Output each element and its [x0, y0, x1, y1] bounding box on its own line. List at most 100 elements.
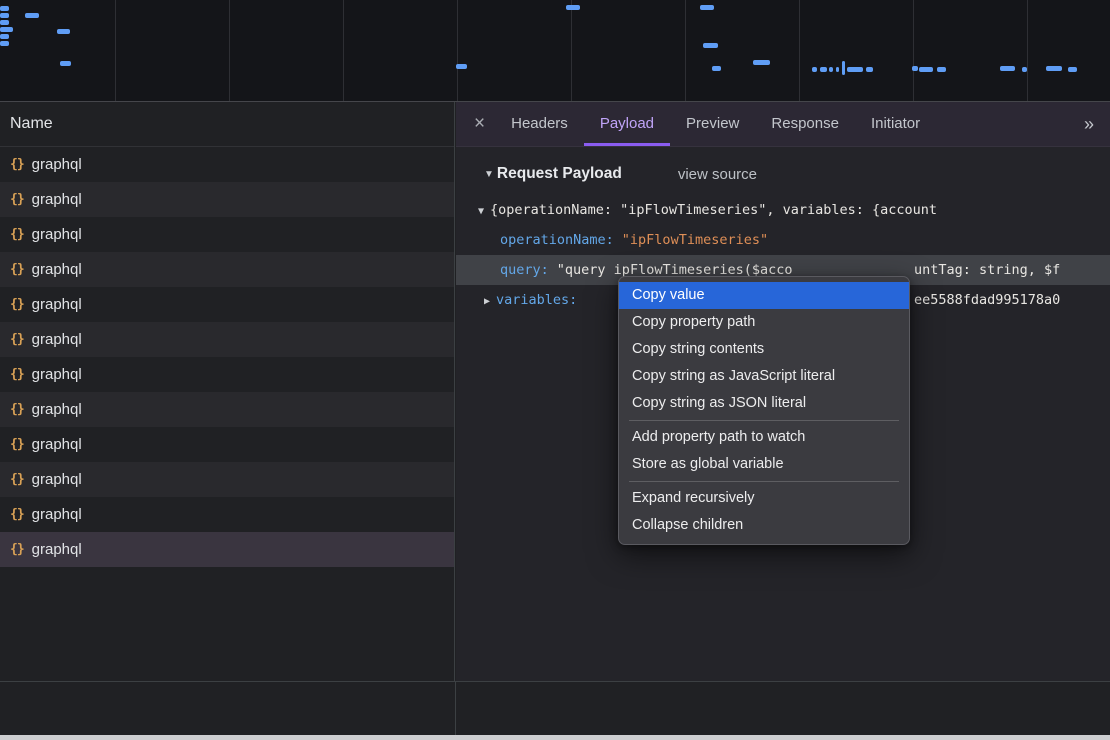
network-request-row[interactable]: {}graphql: [0, 322, 454, 357]
network-request-row[interactable]: {}graphql: [0, 427, 454, 462]
property-key: variables:: [496, 292, 577, 308]
overview-request-bar: [25, 13, 39, 18]
network-request-row[interactable]: {} graphql: [0, 532, 454, 567]
network-request-row[interactable]: {} graphql: [0, 357, 454, 392]
fetch-xhr-icon: {}: [10, 262, 24, 277]
menu-item-copy-string-as-javascript-literal[interactable]: Copy string as JavaScript literal: [619, 363, 909, 390]
menu-item-expand-recursively[interactable]: Expand recursively: [619, 485, 909, 512]
tab-payload[interactable]: Payload: [584, 102, 670, 146]
overview-request-bar: [0, 34, 9, 39]
menu-item-add-property-path-to-watch[interactable]: Add property path to watch: [619, 424, 909, 451]
overview-request-bar: [0, 13, 9, 18]
overview-request-bar: [912, 66, 918, 71]
overview-request-bar: [829, 67, 833, 72]
name-column-header[interactable]: Name: [0, 102, 454, 147]
overview-request-bar: [847, 67, 863, 72]
overview-request-bar: [919, 67, 933, 72]
overview-request-bar: [0, 6, 9, 11]
expand-triangle-icon[interactable]: ▶: [484, 296, 490, 307]
network-request-row[interactable]: {}graphql: [0, 182, 454, 217]
menu-item-copy-string-as-json-literal[interactable]: Copy string as JSON literal: [619, 390, 909, 417]
overview-request-bar: [566, 5, 580, 10]
fetch-xhr-icon: {}: [10, 332, 24, 347]
fetch-xhr-icon: {}: [10, 367, 24, 382]
overview-request-bar: [937, 67, 946, 72]
request-name: graphql: [32, 366, 82, 383]
overview-request-bar: [1022, 67, 1027, 72]
devtools-network-panel: Name {} graphql {} graphql {} graphql {} graphq…: [0, 0, 1110, 740]
overview-request-bar: [812, 67, 817, 72]
request-payload-section-header[interactable]: ▼ Request Payload view source: [456, 165, 1110, 183]
property-key: query:: [500, 262, 549, 278]
request-name: graphql: [32, 296, 82, 313]
overview-request-bar: [712, 66, 721, 71]
request-name: graphql: [32, 401, 82, 418]
view-source-link[interactable]: view source: [678, 166, 757, 183]
network-request-row[interactable]: {}graphql: [0, 147, 454, 182]
overview-gridline: [1027, 0, 1028, 101]
overview-request-bar: [842, 61, 845, 75]
network-main-area: Name {} graphql {} graphql {} graphql {} graphq…: [0, 102, 1110, 681]
network-request-row[interactable]: {}graphql: [0, 217, 454, 252]
overview-request-bar: [1000, 66, 1015, 71]
overview-gridline: [343, 0, 344, 101]
overview-gridline: [457, 0, 458, 101]
expand-triangle-icon[interactable]: ▼: [478, 206, 484, 217]
overview-request-bar: [57, 29, 70, 34]
fetch-xhr-icon: {}: [10, 542, 24, 557]
overview-request-bar: [753, 60, 770, 65]
details-tabbar: × HeadersPayloadPreviewResponseInitiator…: [456, 102, 1110, 147]
overview-gridline: [799, 0, 800, 101]
fetch-xhr-icon: {}: [10, 472, 24, 487]
pane-divider[interactable]: [455, 682, 456, 736]
overview-request-bar: [820, 67, 827, 72]
fetch-xhr-icon: {}: [10, 507, 24, 522]
overview-gridline: [115, 0, 116, 101]
request-list-pane: Name {} graphql {} graphql {} graphql {} graphq…: [0, 102, 455, 681]
overview-request-bar: [1046, 66, 1062, 71]
window-bottom-edge: [0, 735, 1110, 740]
network-request-row[interactable]: {} graphql: [0, 287, 454, 322]
tab-response[interactable]: Response: [755, 102, 855, 146]
context-menu: Copy valueCopy property pathCopy string …: [618, 276, 910, 545]
payload-row-operationname[interactable]: operationName:"ipFlowTimeseries": [456, 225, 1110, 255]
network-request-row[interactable]: {}graphql: [0, 392, 454, 427]
overview-request-bar: [60, 61, 71, 66]
overview-request-bar: [836, 67, 839, 72]
menu-separator: [629, 420, 899, 421]
network-request-row[interactable]: {} graphql: [0, 462, 454, 497]
more-tabs-icon[interactable]: »: [1084, 114, 1094, 135]
overview-request-bar: [0, 27, 13, 32]
menu-item-copy-property-path[interactable]: Copy property path: [619, 309, 909, 336]
fetch-xhr-icon: {}: [10, 227, 24, 242]
overview-request-bar: [0, 20, 9, 25]
network-overview-timeline[interactable]: [0, 0, 1110, 102]
payload-tree-root[interactable]: ▼{operationName: "ipFlowTimeseries", var…: [456, 195, 1110, 225]
property-value-string: "ipFlowTimeseries": [622, 232, 768, 248]
overview-request-bar: [1068, 67, 1077, 72]
network-summary-bar: [0, 681, 1110, 736]
request-name: graphql: [32, 541, 82, 558]
fetch-xhr-icon: {}: [10, 297, 24, 312]
network-request-row[interactable]: {} graphql: [0, 252, 454, 287]
tab-preview[interactable]: Preview: [670, 102, 755, 146]
tab-initiator[interactable]: Initiator: [855, 102, 936, 146]
menu-item-collapse-children[interactable]: Collapse children: [619, 512, 909, 539]
fetch-xhr-icon: {}: [10, 157, 24, 172]
menu-item-copy-value[interactable]: Copy value: [619, 282, 909, 309]
menu-item-store-as-global-variable[interactable]: Store as global variable: [619, 451, 909, 478]
property-value-end: untTag: string, $f: [914, 255, 1060, 285]
request-name: graphql: [32, 191, 82, 208]
overview-request-bar: [700, 5, 714, 10]
network-request-row[interactable]: {}graphql: [0, 497, 454, 532]
collapse-triangle-icon[interactable]: ▼: [484, 169, 494, 180]
tab-headers[interactable]: Headers: [495, 102, 584, 146]
request-name: graphql: [32, 261, 82, 278]
overview-gridline: [229, 0, 230, 101]
details-tabs: HeadersPayloadPreviewResponseInitiator: [495, 102, 936, 146]
close-icon[interactable]: ×: [474, 113, 485, 135]
overview-gridline: [913, 0, 914, 101]
request-name: graphql: [32, 471, 82, 488]
menu-item-copy-string-contents[interactable]: Copy string contents: [619, 336, 909, 363]
request-name: graphql: [32, 436, 82, 453]
